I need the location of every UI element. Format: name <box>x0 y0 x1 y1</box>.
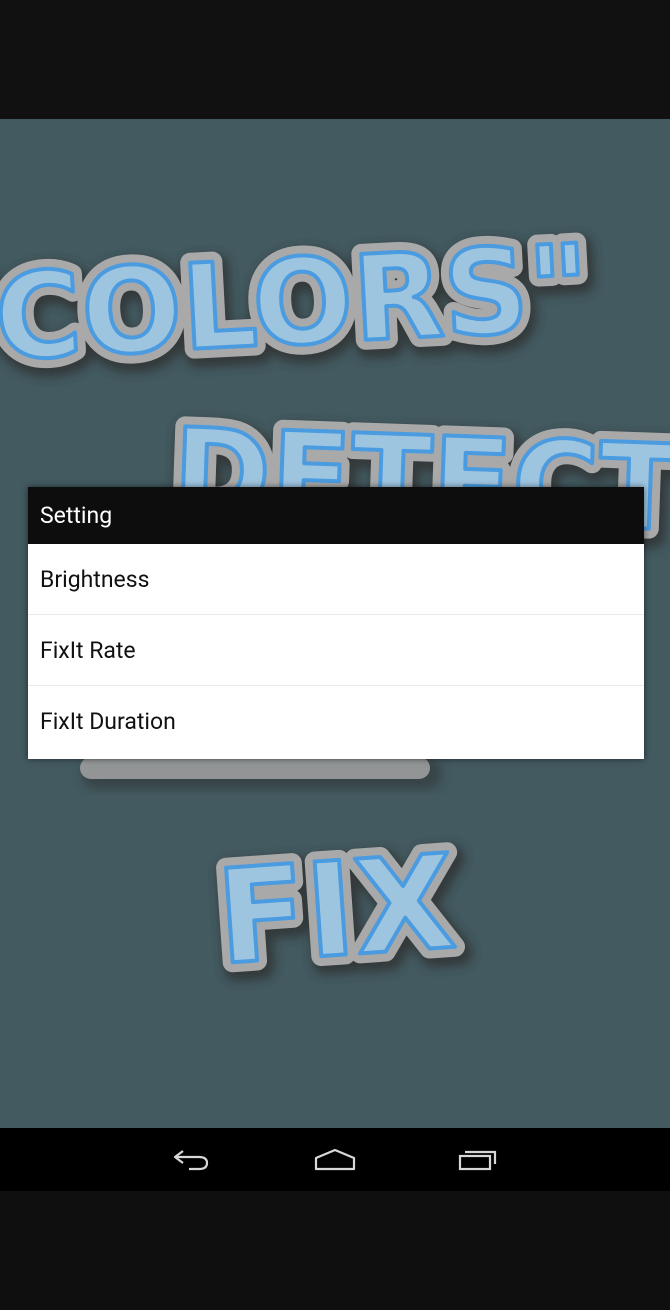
option-fixit-duration[interactable]: FixIt Duration <box>28 686 644 757</box>
art-line-fix: FIX FIX FIX <box>202 816 477 1013</box>
home-button[interactable] <box>290 1128 380 1191</box>
back-button[interactable] <box>147 1128 237 1191</box>
svg-text:FIX: FIX <box>212 826 459 994</box>
dialog-title: Setting <box>28 487 644 544</box>
recent-apps-button[interactable] <box>433 1128 523 1191</box>
settings-dialog: Setting Brightness FixIt Rate FixIt Dura… <box>28 487 644 759</box>
status-bar <box>0 0 670 119</box>
bottom-blank-area <box>0 1191 670 1310</box>
navigation-bar <box>0 1128 670 1191</box>
option-brightness[interactable]: Brightness <box>28 544 644 615</box>
recent-apps-icon <box>458 1150 497 1170</box>
back-icon <box>173 1149 209 1170</box>
art-hidden-line <box>80 757 442 789</box>
art-line-colors: "COLORS" "COLORS" "COLORS" <box>0 208 610 409</box>
option-fixit-rate[interactable]: FixIt Rate <box>28 615 644 686</box>
home-icon <box>314 1148 356 1170</box>
